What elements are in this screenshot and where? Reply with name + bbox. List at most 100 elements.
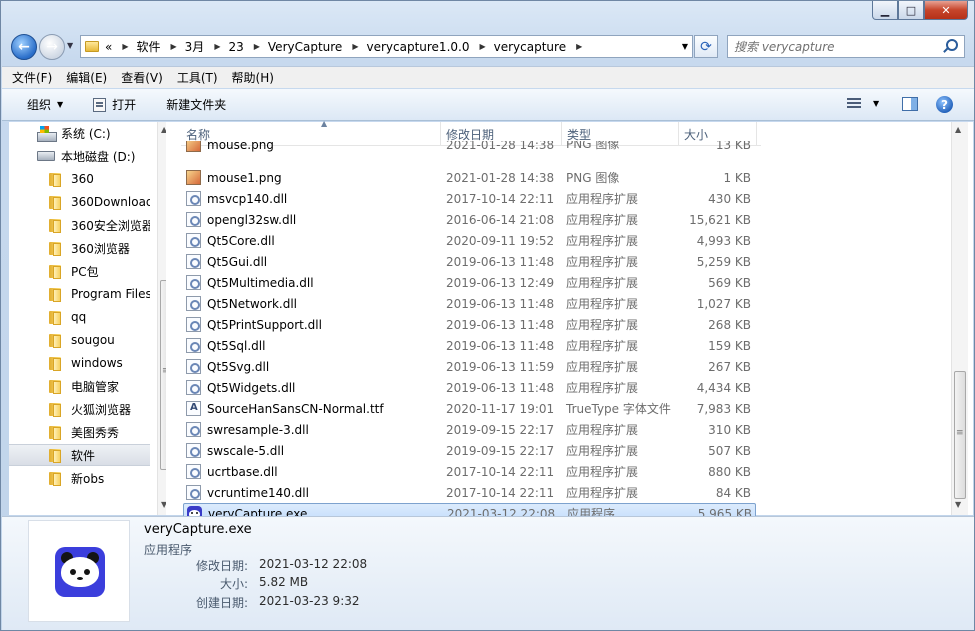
file-row[interactable]: Qt5Network.dll 2019-06-13 11:48 应用程序扩展 1,02… xyxy=(183,293,756,314)
file-row[interactable]: vcruntime140.dll 2017-10-14 22:11 应用程序扩展 84… xyxy=(183,482,756,503)
file-row[interactable]: swscale-5.dll 2019-09-15 22:17 应用程序扩展 507 K… xyxy=(183,440,756,461)
file-name-cell: swresample-3.dll xyxy=(183,422,440,437)
preview-pane-icon[interactable] xyxy=(902,97,918,111)
back-button[interactable]: ← xyxy=(11,34,37,60)
search-input[interactable] xyxy=(734,39,934,54)
file-name-cell: SourceHanSansCN-Normal.ttf xyxy=(183,401,440,416)
address-bar[interactable]: « ▶ 软件 ▶ 3月 ▶ 23 ▶ VeryCapture ▶ verycapture1.0.… xyxy=(80,35,693,58)
menu-tools[interactable]: 工具(T) xyxy=(177,69,218,86)
nav-item[interactable]: 系统 (C:) xyxy=(9,122,150,144)
file-size: 1 KB xyxy=(723,170,751,185)
details-size-label: 大小: xyxy=(219,577,248,591)
menu-file[interactable]: 文件(F) xyxy=(12,69,52,86)
nav-item[interactable]: 360Downloads xyxy=(9,191,150,213)
nav-item-label: 美图秀秀 xyxy=(71,425,120,440)
nav-item[interactable]: windows xyxy=(9,352,150,374)
file-row[interactable]: opengl32sw.dll 2016-06-14 21:08 应用程序扩展 15,6… xyxy=(183,209,756,230)
refresh-button[interactable]: ⟳ xyxy=(694,35,718,58)
nav-item-label: 电脑管家 xyxy=(71,379,120,394)
file-size: 13 KB xyxy=(715,141,751,152)
file-date: 2019-06-13 11:48 xyxy=(446,338,555,353)
file-type: PNG 图像 xyxy=(566,141,620,151)
chevron-down-icon[interactable]: ▼ xyxy=(682,42,688,51)
minimize-button[interactable]: ▁ xyxy=(872,1,898,20)
chevron-right-icon[interactable]: ▶ xyxy=(122,42,128,51)
new-folder-button[interactable]: 新建文件夹 xyxy=(166,96,226,113)
file-row[interactable]: Qt5Svg.dll 2019-06-13 11:59 应用程序扩展 267 KB xyxy=(183,356,756,377)
file-size: 430 KB xyxy=(708,191,751,206)
file-date: 2020-09-11 19:52 xyxy=(446,233,555,248)
chevron-right-icon[interactable]: ▶ xyxy=(214,42,220,51)
details-modified-value: 2021-03-12 22:08 xyxy=(259,557,368,571)
scroll-up-icon[interactable]: ▲ xyxy=(955,125,961,134)
recent-pages-dropdown[interactable]: ▼ xyxy=(67,41,73,50)
breadcrumb-item[interactable]: VeryCapture xyxy=(268,40,342,54)
hard-drive-icon xyxy=(37,151,55,161)
nav-item-label: 360浏览器 xyxy=(71,241,130,256)
breadcrumb-item[interactable]: 软件 xyxy=(137,38,161,55)
nav-item[interactable]: sougou xyxy=(9,329,150,351)
menu-view[interactable]: 查看(V) xyxy=(121,69,163,86)
nav-item[interactable]: 360 xyxy=(9,168,150,190)
nav-item[interactable]: PC包 xyxy=(9,260,150,282)
organize-button[interactable]: 组织 ▼ xyxy=(27,96,63,113)
chevron-right-icon[interactable]: ▶ xyxy=(171,42,177,51)
breadcrumb-item[interactable]: 3月 xyxy=(185,38,205,55)
file-name-cell: opengl32sw.dll xyxy=(183,212,440,227)
file-scroll-thumb[interactable] xyxy=(954,371,966,499)
scroll-down-icon[interactable]: ▼ xyxy=(955,500,961,509)
help-icon[interactable]: ? xyxy=(936,96,953,113)
breadcrumb-item[interactable]: 23 xyxy=(228,40,243,54)
file-row[interactable]: msvcp140.dll 2017-10-14 22:11 应用程序扩展 430 KB xyxy=(183,188,756,209)
file-row[interactable]: Qt5Sql.dll 2019-06-13 11:48 应用程序扩展 159 KB xyxy=(183,335,756,356)
nav-item[interactable]: 美图秀秀 xyxy=(9,421,150,443)
search-icon[interactable] xyxy=(946,39,958,51)
file-name-cell: Qt5Gui.dll xyxy=(183,254,440,269)
nav-item[interactable]: 新obs xyxy=(9,467,150,489)
file-row[interactable]: ucrtbase.dll 2017-10-14 22:11 应用程序扩展 880 KB xyxy=(183,461,756,482)
menu-help[interactable]: 帮助(H) xyxy=(232,69,274,86)
file-scrollbar[interactable]: ▲ ▼ xyxy=(951,122,968,515)
nav-item[interactable]: 360安全浏览器 xyxy=(9,214,150,236)
breadcrumb-overflow[interactable]: « xyxy=(105,40,112,54)
file-row[interactable]: Qt5Widgets.dll 2019-06-13 11:48 应用程序扩展 4,43… xyxy=(183,377,756,398)
file-date: 2017-10-14 22:11 xyxy=(446,485,555,500)
details-created-value: 2021-03-23 9:32 xyxy=(259,594,360,608)
file-row[interactable]: Qt5Multimedia.dll 2019-06-13 12:49 应用程序扩展 5… xyxy=(183,272,756,293)
file-name: Qt5Sql.dll xyxy=(207,338,266,353)
chevron-right-icon[interactable]: ▶ xyxy=(352,42,358,51)
file-row[interactable]: mouse1.png 2021-01-28 14:38 PNG 图像 1 KB xyxy=(183,167,756,188)
nav-item-label: 软件 xyxy=(71,448,96,463)
nav-item[interactable]: qq xyxy=(9,306,150,328)
maximize-button[interactable]: □ xyxy=(898,1,924,20)
nav-item[interactable]: 火狐浏览器 xyxy=(9,398,150,420)
nav-item[interactable]: 本地磁盘 (D:) xyxy=(9,145,150,167)
details-size-value: 5.82 MB xyxy=(259,575,309,589)
chevron-right-icon[interactable]: ▶ xyxy=(479,42,485,51)
chevron-right-icon[interactable]: ▶ xyxy=(576,42,582,51)
file-row[interactable]: Qt5Core.dll 2020-09-11 19:52 应用程序扩展 4,993 K… xyxy=(183,230,756,251)
nav-item[interactable]: 360浏览器 xyxy=(9,237,150,259)
search-box[interactable] xyxy=(727,35,965,58)
chevron-right-icon[interactable]: ▶ xyxy=(254,42,260,51)
file-type: 应用程序扩展 xyxy=(566,213,639,227)
file-row[interactable]: Qt5PrintSupport.dll 2019-06-13 11:48 应用程序扩… xyxy=(183,314,756,335)
chevron-down-icon[interactable]: ▼ xyxy=(873,99,879,108)
file-row[interactable]: SourceHanSansCN-Normal.ttf 2020-11-17 19:… xyxy=(183,398,756,419)
nav-item[interactable]: Program Files xyxy=(9,283,150,305)
file-row[interactable]: swresample-3.dll 2019-09-15 22:17 应用程序扩展 31… xyxy=(183,419,756,440)
close-button[interactable]: ✕ xyxy=(924,1,968,20)
breadcrumb-item[interactable]: verycapture1.0.0 xyxy=(366,40,469,54)
forward-button[interactable]: → xyxy=(39,34,65,60)
nav-item[interactable]: 电脑管家 xyxy=(9,375,150,397)
view-options-icon[interactable] xyxy=(847,98,861,110)
nav-item[interactable]: 软件 xyxy=(9,444,150,466)
menu-edit[interactable]: 编辑(E) xyxy=(66,69,107,86)
file-name-cell: Qt5Widgets.dll xyxy=(183,380,440,395)
dll-file-icon xyxy=(186,296,201,311)
file-name-cell: ucrtbase.dll xyxy=(183,464,440,479)
breadcrumb-item[interactable]: verycapture xyxy=(494,40,566,54)
file-row[interactable]: Qt5Gui.dll 2019-06-13 11:48 应用程序扩展 5,259 KB xyxy=(183,251,756,272)
file-row[interactable]: mouse.png 2021-01-28 14:38 PNG 图像 13 KB xyxy=(183,141,756,152)
open-button[interactable]: 打开 xyxy=(93,96,136,113)
